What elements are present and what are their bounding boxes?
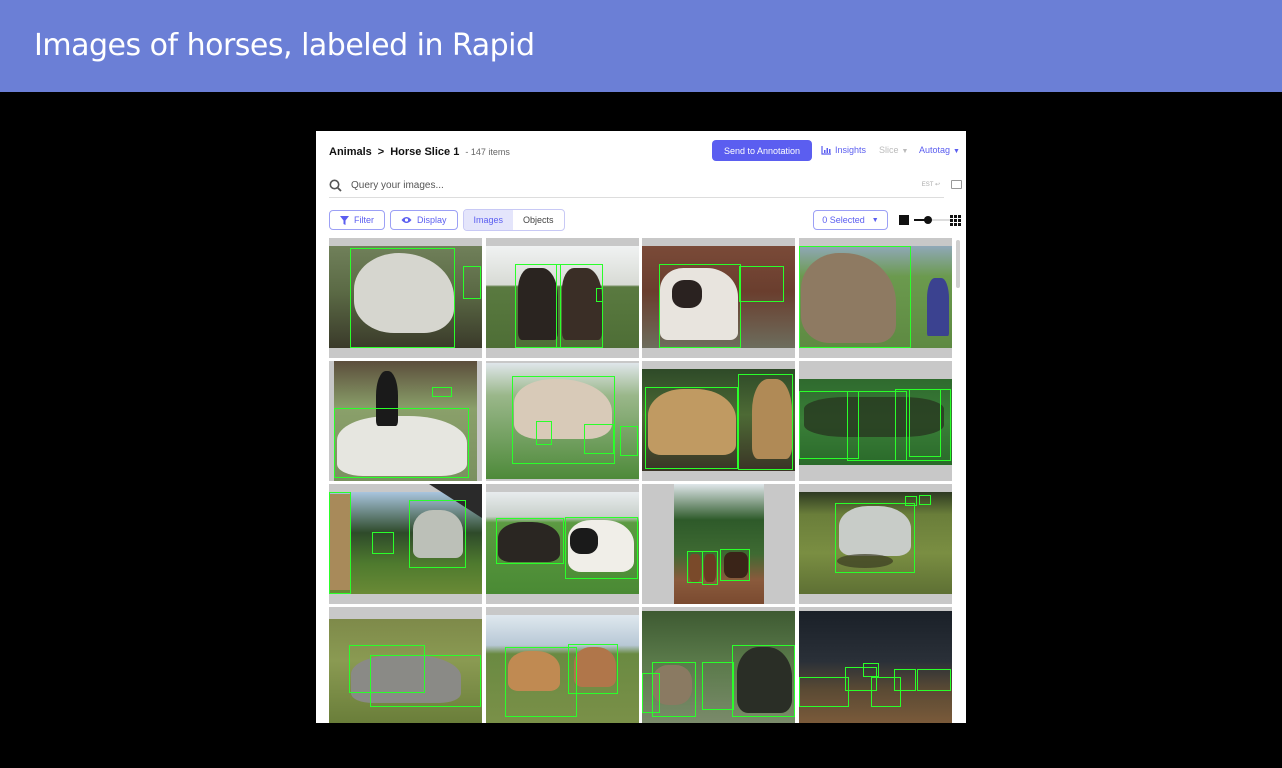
caret-down-icon: ▼ [871,216,879,224]
image-thumbnail[interactable] [799,607,952,723]
autotag-label: Autotag [919,145,951,155]
slider-handle[interactable] [924,216,932,224]
filter-button[interactable]: Filter [329,210,385,230]
image-thumbnail[interactable] [799,361,952,481]
selected-label: 0 Selected [822,215,865,225]
toolbar: Filter Display Images Objects [329,209,565,231]
image-gallery [329,238,953,723]
breadcrumb: Animals > Horse Slice 1 - 147 items [329,144,510,160]
slice-label: Slice [879,145,899,155]
scrollbar-thumb[interactable] [956,240,960,288]
image-thumbnail[interactable] [486,607,639,723]
square-icon[interactable] [899,215,909,225]
display-button[interactable]: Display [390,210,458,230]
image-thumbnail[interactable] [329,238,482,358]
breadcrumb-root[interactable]: Animals [329,146,372,158]
search-input[interactable] [349,178,913,192]
autotag-dropdown[interactable]: Autotag ▼ [919,145,960,155]
image-thumbnail[interactable] [642,361,795,481]
insights-button[interactable]: Insights [821,145,866,155]
search-bar: EST ↩ [329,173,944,198]
image-thumbnail[interactable] [329,607,482,723]
eye-icon [401,217,412,223]
item-count: - 147 items [465,147,510,157]
display-label: Display [417,215,447,225]
slide-title: Images of horses, labeled in Rapid [34,28,535,63]
send-to-annotation-button[interactable]: Send to Annotation [712,140,812,161]
scrollbar[interactable] [956,238,962,723]
tab-images[interactable]: Images [463,210,514,230]
search-icon [329,179,342,192]
image-thumbnail[interactable] [329,484,482,604]
insights-label: Insights [835,145,867,155]
image-thumbnail[interactable] [642,484,795,604]
image-thumbnail[interactable] [642,607,795,723]
image-thumbnail[interactable] [799,484,952,604]
image-thumbnail[interactable] [799,238,952,358]
slice-dropdown[interactable]: Slice ▼ [879,145,908,155]
slide-banner: Images of horses, labeled in Rapid [0,0,1282,92]
tab-objects[interactable]: Objects [513,210,564,230]
image-thumbnail[interactable] [329,361,482,481]
image-thumbnail[interactable] [486,484,639,604]
chevron-right-icon: > [377,146,385,158]
thumbnail-size-slider[interactable] [914,216,952,224]
view-toggle: Images Objects [462,209,565,231]
breadcrumb-current: Horse Slice 1 [390,146,460,158]
caret-down-icon: ▼ [901,148,909,155]
app-window: Animals > Horse Slice 1 - 147 items Send… [316,131,966,723]
image-thumbnail[interactable] [642,238,795,358]
caret-down-icon: ▼ [953,148,960,155]
image-thumbnail[interactable] [486,361,639,481]
stack-icon[interactable] [951,180,962,189]
selected-dropdown[interactable]: 0 Selected ▼ [813,210,888,230]
image-thumbnail[interactable] [486,238,639,358]
filter-icon [340,215,349,225]
search-hint: EST ↩ [921,182,940,188]
grid-icon[interactable] [950,215,961,226]
filter-label: Filter [354,215,374,225]
chart-icon [821,145,831,155]
